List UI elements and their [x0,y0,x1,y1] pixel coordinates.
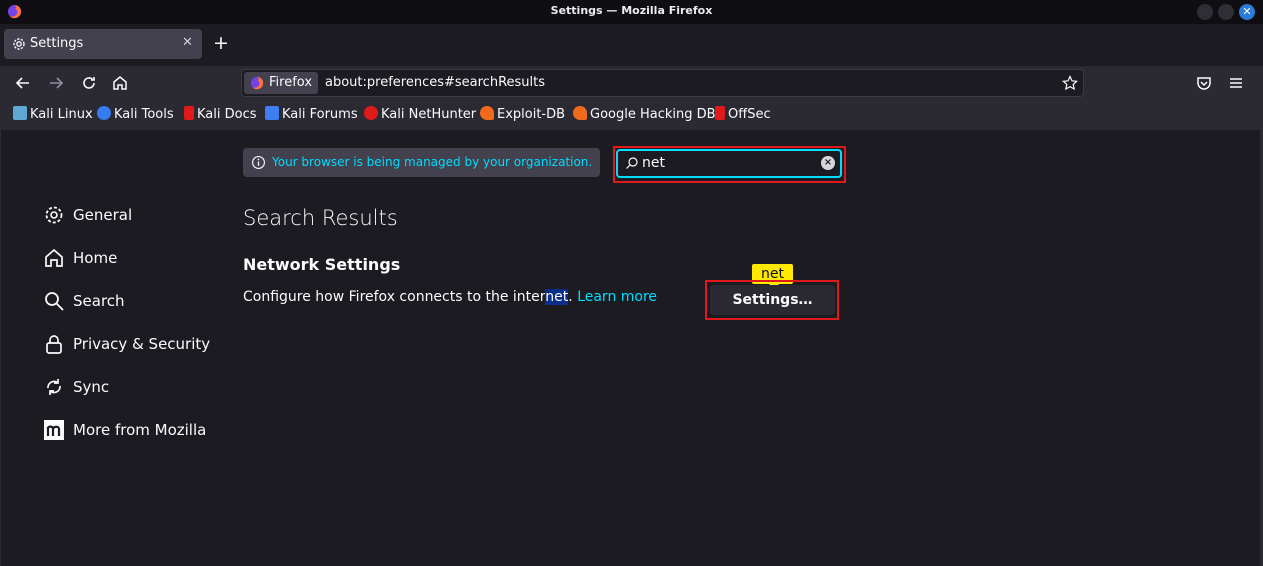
search-icon [626,157,638,169]
bookmarks-toolbar: Kali Linux Kali Tools Kali Docs Kali For… [0,100,1263,130]
network-settings-description: Configure how Firefox connects to the in… [243,289,658,305]
exploit-db-icon [480,106,494,120]
kali-icon [13,106,27,120]
sidebar-item-label: Search [73,292,125,310]
window-title: Settings — Mozilla Firefox [550,4,713,17]
kali-docs-icon [184,106,194,120]
sidebar-item-label: General [73,206,133,224]
forward-arrow-icon[interactable] [46,73,66,93]
menu-hamburger-icon[interactable] [1226,73,1246,93]
info-icon [252,156,265,169]
new-tab-button[interactable]: + [213,32,229,54]
back-arrow-icon[interactable] [13,73,33,93]
clear-search-icon[interactable]: × [821,156,835,170]
bookmark-star-icon[interactable] [1062,75,1078,91]
lock-icon [46,335,62,354]
identity-box[interactable]: Firefox [244,72,318,94]
sidebar-item-label: Home [73,249,118,267]
page-title: Search Results [243,206,398,230]
search-input[interactable] [642,155,812,171]
preferences-search-field[interactable]: × [616,149,842,178]
bookmark-kali-forums[interactable]: Kali Forums [265,106,358,124]
search-match-highlight: net [545,289,569,305]
bookmark-kali-tools[interactable]: Kali Tools [97,106,174,124]
maximize-button[interactable] [1218,4,1234,20]
gear-icon [45,206,63,224]
connection-settings-button[interactable]: Settings… [710,285,835,315]
mozilla-icon [44,420,64,440]
bookmark-kali-docs[interactable]: Kali Docs [184,106,257,124]
bookmark-google-hacking-db[interactable]: Google Hacking DB [573,106,716,124]
gear-icon [13,38,25,50]
tab-settings[interactable]: Settings ✕ [4,29,202,59]
network-settings-heading: Network Settings [243,255,401,274]
url-bar[interactable]: Firefox about:preferences#searchResults [241,69,1084,97]
home-icon [45,248,63,267]
reload-icon[interactable] [79,73,99,93]
policies-link[interactable]: Your browser is being managed by your or… [272,155,592,169]
preferences-page: Your browser is being managed by your or… [0,130,1263,566]
sidebar-item-label: Privacy & Security [73,335,211,353]
sidebar-item-label: More from Mozilla [73,421,207,439]
pocket-icon[interactable] [1194,73,1214,93]
tab-label: Settings [30,36,84,51]
window-titlebar: Settings — Mozilla Firefox ✕ [0,0,1263,24]
tab-close-icon[interactable]: ✕ [182,35,193,50]
home-icon[interactable] [110,73,130,93]
firefox-logo-icon [250,76,264,90]
sidebar-item-label: Sync [73,378,110,396]
sync-icon [47,379,61,395]
bookmark-kali-linux[interactable]: Kali Linux [13,106,93,124]
bookmark-kali-nethunter[interactable]: Kali NetHunter [364,106,476,124]
bookmark-offsec[interactable]: OffSec [715,106,771,124]
identity-label: Firefox [269,75,313,90]
nethunter-icon [364,106,378,120]
url-text[interactable]: about:preferences#searchResults [325,75,545,90]
kali-forums-icon [265,106,279,120]
minimize-button[interactable] [1197,4,1213,20]
window-close-button[interactable]: ✕ [1239,4,1255,20]
policies-banner[interactable]: Your browser is being managed by your or… [243,148,600,177]
kali-tools-icon [97,106,111,120]
ghdb-icon [573,106,587,120]
tab-strip: Settings ✕ + [0,24,1263,66]
learn-more-link[interactable]: Learn more [577,289,657,305]
bookmark-exploit-db[interactable]: Exploit-DB [480,106,565,124]
offsec-icon [715,106,725,120]
navigation-toolbar: Firefox about:preferences#searchResults [0,66,1263,100]
search-icon [45,292,64,311]
